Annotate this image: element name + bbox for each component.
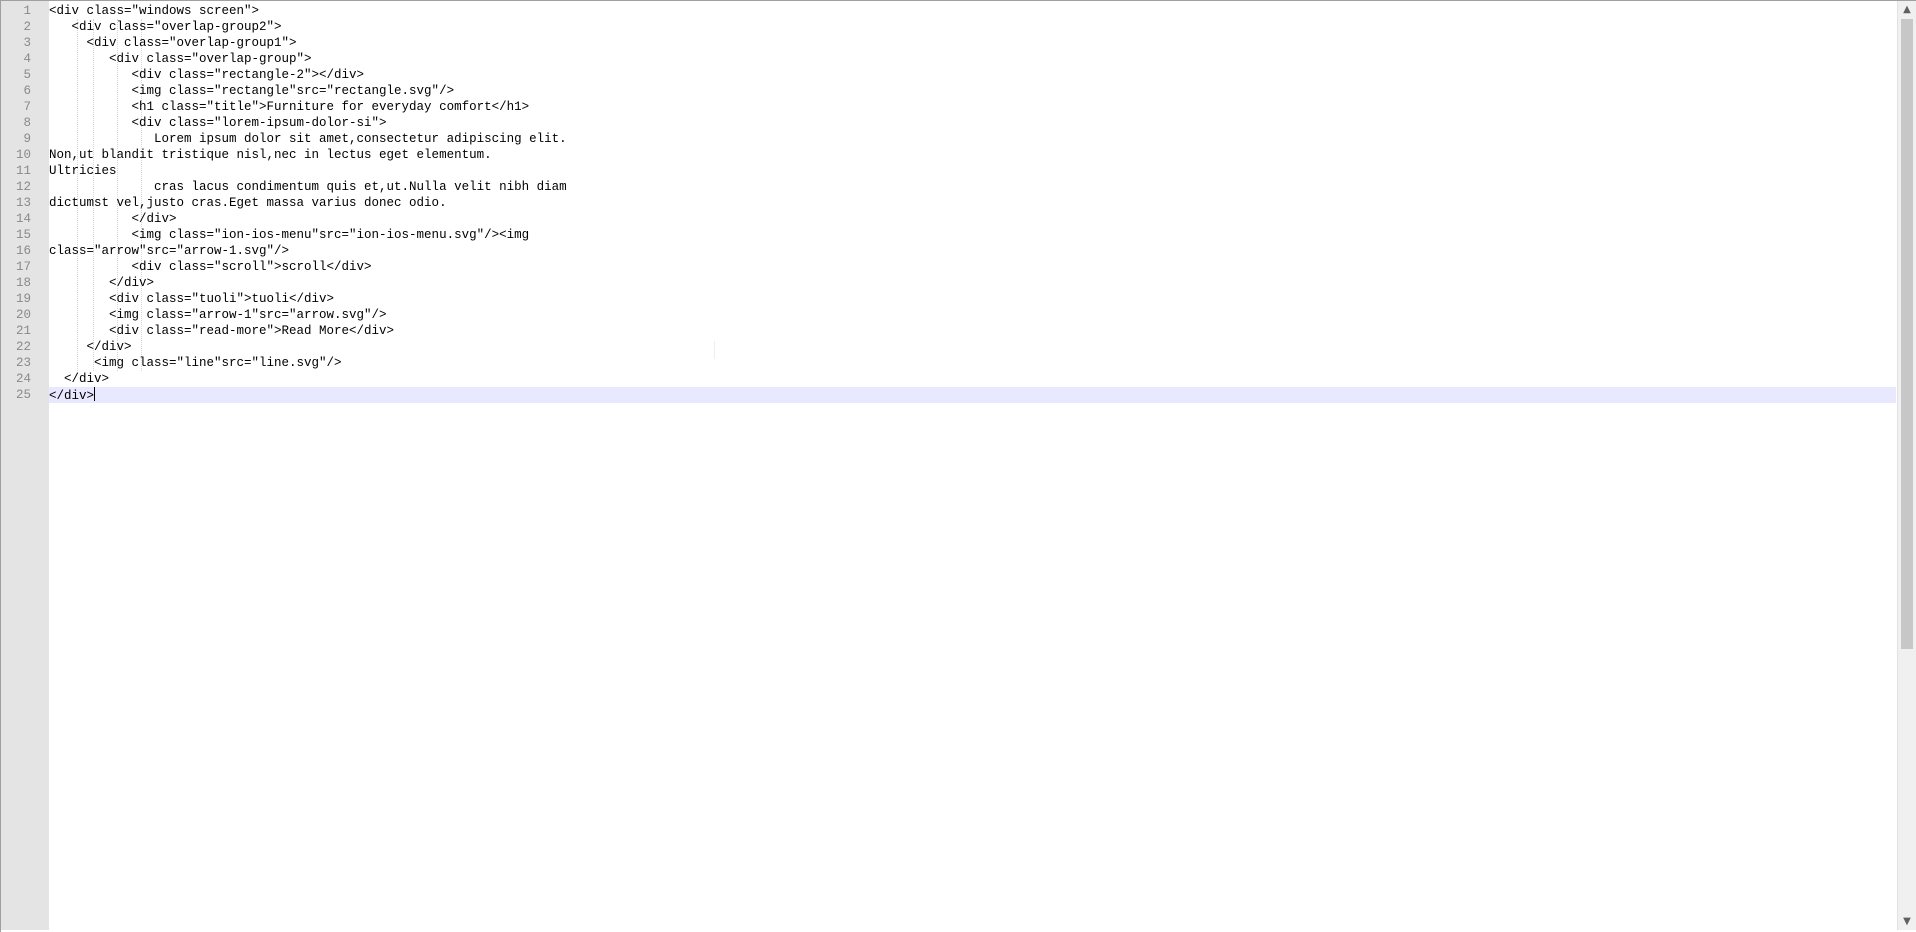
line-number: 14 xyxy=(15,212,31,226)
code-text: <div class="rectangle-2"></div> xyxy=(49,68,365,82)
chevron-down-icon[interactable]: ▼ xyxy=(1898,913,1916,930)
line-number: 23 xyxy=(15,356,31,370)
code-text: <img class="rectangle"src="rectangle.svg… xyxy=(49,84,455,98)
code-text: </div> xyxy=(49,340,132,354)
line-number: 9 xyxy=(23,132,31,146)
current-line-highlight xyxy=(49,387,1896,403)
code-line[interactable]: <img class="line"src="line.svg"/> xyxy=(49,355,342,371)
text-caret xyxy=(94,387,96,401)
code-text: dictumst vel,justo cras.Eget massa variu… xyxy=(49,196,447,210)
code-line[interactable]: </div> xyxy=(49,371,109,387)
line-number: 25 xyxy=(15,388,31,402)
code-line[interactable]: </div> xyxy=(49,339,132,355)
line-number: 17 xyxy=(15,260,31,274)
code-line[interactable]: <div class="windows screen"> xyxy=(49,3,259,19)
code-line[interactable]: <div class="overlap-group1"> xyxy=(49,35,297,51)
code-line[interactable]: Non,ut blandit tristique nisl,nec in lec… xyxy=(49,147,492,163)
code-line[interactable]: </div> xyxy=(49,387,96,403)
line-number: 16 xyxy=(15,244,31,258)
code-line[interactable]: <div class="read-more">Read More</div> xyxy=(49,323,394,339)
code-line[interactable]: <div class="overlap-group"> xyxy=(49,51,312,67)
code-text: </div> xyxy=(49,276,155,290)
code-line[interactable]: dictumst vel,justo cras.Eget massa variu… xyxy=(49,195,447,211)
code-line[interactable]: <h1 class="title">Furniture for everyday… xyxy=(49,99,530,115)
code-line[interactable]: cras lacus condimentum quis et,ut.Nulla … xyxy=(49,179,567,195)
line-number: 7 xyxy=(23,100,31,114)
chevron-up-icon[interactable]: ▲ xyxy=(1898,1,1916,18)
code-text: <img class="ion-ios-menu"src="ion-ios-me… xyxy=(49,228,530,242)
code-line[interactable]: Ultricies xyxy=(49,163,117,179)
line-number: 1 xyxy=(23,4,31,18)
line-number: 19 xyxy=(15,292,31,306)
line-number: 13 xyxy=(15,196,31,210)
code-text: </div> xyxy=(49,389,95,403)
edge-marker xyxy=(714,341,715,359)
code-text: <div class="tuoli">tuoli</div> xyxy=(49,292,335,306)
line-number: 21 xyxy=(15,324,31,338)
code-text: cras lacus condimentum quis et,ut.Nulla … xyxy=(49,180,567,194)
line-number: 11 xyxy=(15,164,31,178)
line-number: 8 xyxy=(23,116,31,130)
code-line[interactable]: <img class="arrow-1"src="arrow.svg"/> xyxy=(49,307,387,323)
code-text: <h1 class="title">Furniture for everyday… xyxy=(49,100,530,114)
code-text: <img class="line"src="line.svg"/> xyxy=(49,356,342,370)
code-line[interactable]: <div class="scroll">scroll</div> xyxy=(49,259,372,275)
code-line[interactable]: <img class="rectangle"src="rectangle.svg… xyxy=(49,83,455,99)
code-editor-window: 1 2 3 4 5 6 7 8 9 10 11 12 13 14 15 16 17 18 19 20 21 22 23 24 2… xyxy=(0,0,1916,932)
code-text: Non,ut blandit tristique nisl,nec in lec… xyxy=(49,148,492,162)
scrollbar-thumb[interactable] xyxy=(1901,19,1913,649)
code-text: class="arrow"src="arrow-1.svg"/> xyxy=(49,244,290,258)
code-line[interactable]: <img class="ion-ios-menu"src="ion-ios-me… xyxy=(49,227,530,243)
code-text: <img class="arrow-1"src="arrow.svg"/> xyxy=(49,308,387,322)
code-line[interactable]: </div> xyxy=(49,211,177,227)
line-number: 3 xyxy=(23,36,31,50)
code-text: Ultricies xyxy=(49,164,117,178)
vertical-scrollbar[interactable]: ▲ ▼ xyxy=(1897,1,1916,930)
code-text: <div class="read-more">Read More</div> xyxy=(49,324,395,338)
code-text: <div class="overlap-group1"> xyxy=(49,36,297,50)
line-number: 18 xyxy=(15,276,31,290)
code-text: <div class="lorem-ipsum-dolor-si"> xyxy=(49,116,387,130)
line-number: 2 xyxy=(23,20,31,34)
line-number: 12 xyxy=(15,180,31,194)
editor-text-area[interactable]: <div class="windows screen"> <div class=… xyxy=(49,1,1896,930)
code-text: <div class="windows screen"> xyxy=(49,4,260,18)
line-number: 5 xyxy=(23,68,31,82)
code-line[interactable]: </div> xyxy=(49,275,154,291)
code-line[interactable]: <div class="lorem-ipsum-dolor-si"> xyxy=(49,115,387,131)
code-line[interactable]: <div class="tuoli">tuoli</div> xyxy=(49,291,334,307)
line-number: 15 xyxy=(15,228,31,242)
code-text: <div class="overlap-group"> xyxy=(49,52,312,66)
code-text: </div> xyxy=(49,212,177,226)
line-number: 20 xyxy=(15,308,31,322)
code-line[interactable]: <div class="rectangle-2"></div> xyxy=(49,67,365,83)
line-number-gutter[interactable]: 1 2 3 4 5 6 7 8 9 10 11 12 13 14 15 16 17 18 19 20 21 22 23 24 2… xyxy=(1,1,49,930)
code-text: <div class="scroll">scroll</div> xyxy=(49,260,372,274)
line-number: 6 xyxy=(23,84,31,98)
code-line[interactable]: Lorem ipsum dolor sit amet,consectetur a… xyxy=(49,131,567,147)
line-number: 10 xyxy=(15,148,31,162)
code-text: Lorem ipsum dolor sit amet,consectetur a… xyxy=(49,132,567,146)
code-text: <div class="overlap-group2"> xyxy=(49,20,282,34)
line-number: 22 xyxy=(15,340,31,354)
code-line[interactable]: <div class="overlap-group2"> xyxy=(49,19,282,35)
code-line[interactable]: class="arrow"src="arrow-1.svg"/> xyxy=(49,243,289,259)
code-text: </div> xyxy=(49,372,110,386)
line-number: 24 xyxy=(15,372,31,386)
line-number: 4 xyxy=(23,52,31,66)
